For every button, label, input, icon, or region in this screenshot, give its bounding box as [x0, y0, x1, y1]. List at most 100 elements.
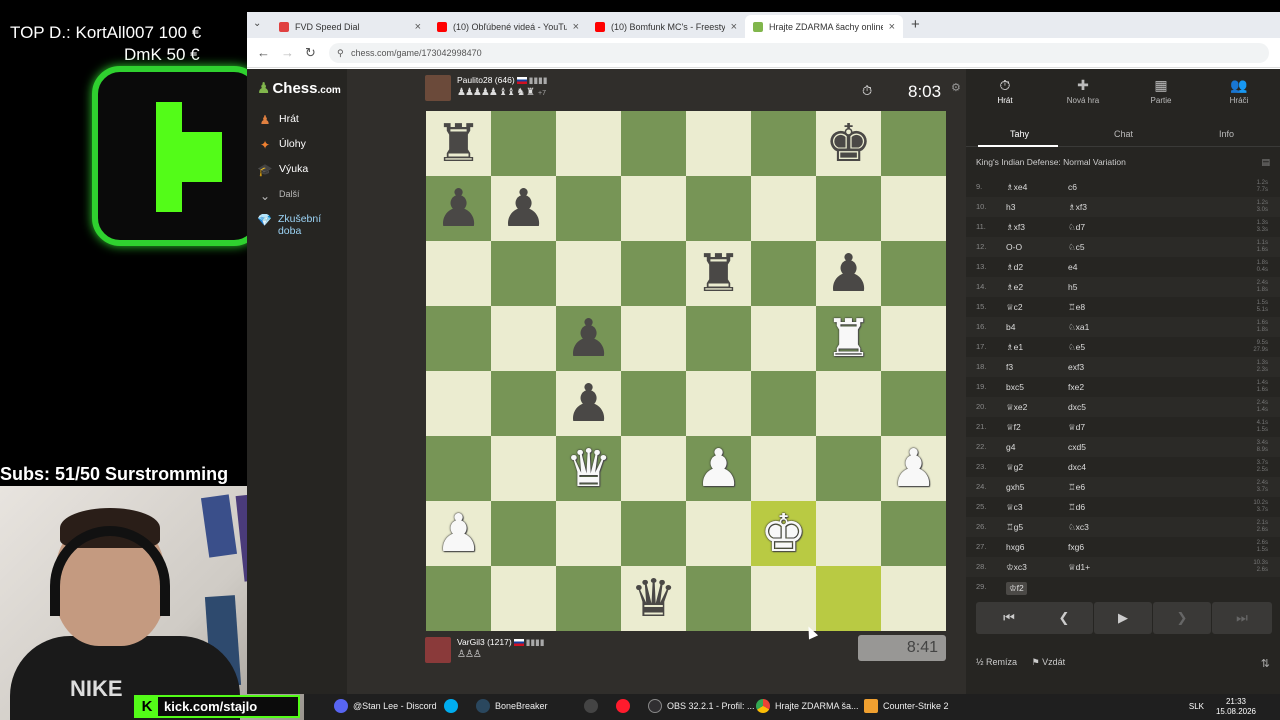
board-square[interactable]	[491, 306, 556, 371]
board-square[interactable]: ♚	[816, 111, 881, 176]
sidebar-item-play[interactable]: ♟ Hrát	[257, 113, 299, 127]
board-square[interactable]	[621, 306, 686, 371]
close-tab-icon[interactable]: ×	[731, 21, 737, 33]
board-square[interactable]	[881, 111, 946, 176]
board-square[interactable]: ♟	[556, 306, 621, 371]
board-square[interactable]	[816, 436, 881, 501]
board-square[interactable]	[751, 241, 816, 306]
board-square[interactable]: ♟	[881, 436, 946, 501]
sidebar-item-more[interactable]: ⌄ Další	[257, 189, 300, 203]
white-move[interactable]: ♕c2	[1006, 302, 1023, 313]
taskbar-item-bonebreaker[interactable]: BoneBreaker	[476, 699, 548, 713]
black-rook-icon[interactable]: ♜	[435, 118, 482, 170]
taskbar-item-chatgpt[interactable]	[584, 699, 603, 713]
tab-youtube-favorites[interactable]: (10) Obľúbené videá - YouTube ×	[429, 15, 587, 38]
board-square[interactable]: ♟	[686, 436, 751, 501]
board-square[interactable]	[686, 306, 751, 371]
tab-play[interactable]: ⏱ Hrát	[966, 77, 1044, 105]
board-square[interactable]	[751, 436, 816, 501]
tab-chess[interactable]: Hrajte ZDARMA šachy online - ×	[745, 15, 903, 38]
white-move[interactable]: bxc5	[1006, 382, 1024, 392]
player-name[interactable]: VarGil3 (1217)	[457, 637, 512, 647]
board-square[interactable]	[426, 306, 491, 371]
board-square[interactable]	[491, 111, 556, 176]
site-info-icon[interactable]: ⚲	[337, 43, 344, 63]
board-square[interactable]: ♟	[491, 176, 556, 241]
taskbar-item-cs2[interactable]: Counter-Strike 2	[864, 699, 949, 713]
board-square[interactable]	[881, 176, 946, 241]
white-move[interactable]: g4	[1006, 442, 1015, 452]
address-bar[interactable]: ⚲ chess.com/game/173042998470	[329, 43, 1269, 63]
black-king-icon[interactable]: ♚	[825, 118, 872, 170]
white-move[interactable]: hxg6	[1006, 542, 1024, 552]
white-move[interactable]: ♖g5	[1006, 522, 1023, 533]
black-pawn-icon[interactable]: ♟	[435, 183, 482, 235]
board-square[interactable]	[621, 371, 686, 436]
white-move[interactable]: ♕f2	[1006, 422, 1021, 433]
board-square[interactable]	[686, 111, 751, 176]
board-square[interactable]	[816, 501, 881, 566]
board-square[interactable]	[881, 371, 946, 436]
board-square[interactable]: ♜	[426, 111, 491, 176]
board-square[interactable]	[816, 566, 881, 631]
black-move[interactable]: ♘e5	[1068, 342, 1085, 353]
board-square[interactable]	[556, 176, 621, 241]
black-move[interactable]: ♖d6	[1068, 502, 1085, 513]
white-pawn-icon[interactable]: ♟	[695, 443, 742, 495]
board-square[interactable]	[621, 111, 686, 176]
last-move-button[interactable]: ⏭	[1212, 602, 1272, 634]
board-square[interactable]	[881, 501, 946, 566]
white-pawn-icon[interactable]: ♟	[435, 508, 482, 560]
black-move[interactable]: h5	[1068, 282, 1077, 292]
board-square[interactable]	[556, 241, 621, 306]
sidebar-item-puzzles[interactable]: ✦ Úlohy	[257, 138, 306, 152]
board-square[interactable]	[426, 436, 491, 501]
sidebar-item-learn[interactable]: 🎓 Výuka	[257, 163, 309, 177]
white-move[interactable]: ♔f2	[1006, 582, 1027, 595]
board-square[interactable]: ♜	[816, 306, 881, 371]
taskbar-item-opera[interactable]	[616, 699, 635, 713]
board-square[interactable]	[621, 436, 686, 501]
board-square[interactable]	[751, 111, 816, 176]
board-square[interactable]	[426, 241, 491, 306]
tab-games[interactable]: ▦ Partie	[1122, 77, 1200, 105]
black-move[interactable]: ♘xc3	[1068, 522, 1089, 533]
white-move[interactable]: ♔xc3	[1006, 562, 1027, 573]
white-move[interactable]: ♕g2	[1006, 462, 1023, 473]
white-move[interactable]: ♗e2	[1006, 282, 1023, 293]
gear-icon[interactable]: ⚙	[951, 81, 961, 94]
tab-search-icon[interactable]: ⌄	[253, 18, 261, 29]
board-square[interactable]	[686, 176, 751, 241]
white-move[interactable]: ♗xe4	[1006, 182, 1027, 193]
white-move[interactable]: f3	[1006, 362, 1013, 372]
board-square[interactable]	[621, 501, 686, 566]
white-pawn-icon[interactable]: ♟	[890, 443, 937, 495]
close-tab-icon[interactable]: ×	[573, 21, 579, 33]
black-move[interactable]: c6	[1068, 182, 1077, 192]
white-move[interactable]: ♕xe2	[1006, 402, 1027, 413]
tab-moves[interactable]: Tahy	[1010, 129, 1029, 139]
board-square[interactable]	[621, 241, 686, 306]
resign-button[interactable]: ⚑ Vzdát	[1032, 657, 1066, 667]
black-pawn-icon[interactable]: ♟	[565, 378, 612, 430]
board-square[interactable]: ♛	[621, 566, 686, 631]
board-square[interactable]	[751, 306, 816, 371]
board-square[interactable]	[751, 371, 816, 436]
close-tab-icon[interactable]: ×	[889, 21, 895, 33]
black-move[interactable]: dxc4	[1068, 462, 1086, 472]
white-move[interactable]: ♗d2	[1006, 262, 1023, 273]
board-square[interactable]	[686, 371, 751, 436]
board-square[interactable]: ♟	[426, 176, 491, 241]
board-square[interactable]	[686, 501, 751, 566]
board-square[interactable]: ♟	[426, 501, 491, 566]
black-move[interactable]: fxg6	[1068, 542, 1084, 552]
white-move[interactable]: h3	[1006, 202, 1015, 212]
tab-chat[interactable]: Chat	[1114, 129, 1133, 139]
chess-board[interactable]: ♜ ♚ ♟ ♟ ♜ ♟ ♟ ♜ ♟ ♛ ♟ ♟ ♟ ♚ ♛	[426, 111, 946, 631]
black-move[interactable]: e4	[1068, 262, 1077, 272]
white-king-icon[interactable]: ♚	[760, 508, 807, 560]
white-move[interactable]: ♗e1	[1006, 342, 1023, 353]
offer-draw-button[interactable]: ½ Remíza	[976, 657, 1017, 667]
board-square[interactable]	[556, 111, 621, 176]
taskbar-item-chrome[interactable]: Hrajte ZDARMA ša...	[756, 699, 859, 713]
